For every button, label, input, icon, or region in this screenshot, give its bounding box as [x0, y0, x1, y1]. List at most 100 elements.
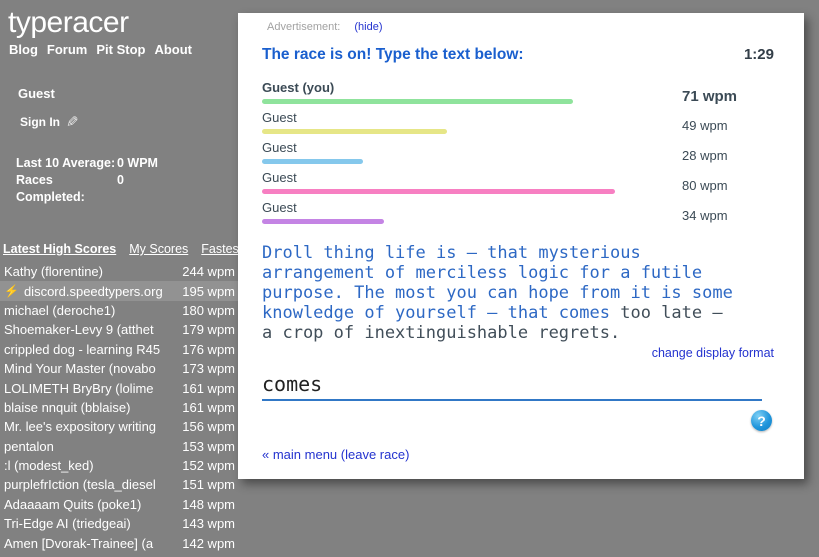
score-row[interactable]: Kristiano (krisco) 140 wpm: [0, 553, 238, 557]
score-player-name: Amen [Dvorak-Trainee] (a: [4, 535, 154, 551]
score-wpm-value: 143 wpm: [182, 516, 235, 532]
score-row[interactable]: michael (deroche1) 180 wpm: [0, 301, 238, 320]
race-title: The race is on! Type the text below:: [262, 46, 524, 63]
racer-wpm: 49 wpm: [682, 118, 728, 133]
main-nav: Blog Forum Pit Stop About: [0, 40, 238, 57]
score-player-name: Mr. lee's expository writing: [4, 419, 157, 435]
racer-row: Guest 34 wpm: [262, 197, 774, 227]
score-wpm-value: 151 wpm: [182, 477, 235, 493]
score-wpm-value: 195 wpm: [182, 283, 235, 299]
score-row[interactable]: Mr. lee's expository writing 156 wpm: [0, 417, 238, 436]
score-row[interactable]: :l (modest_ked) 152 wpm: [0, 456, 238, 475]
advertisement-label: Advertisement:: [267, 21, 341, 33]
stat-label: Races Completed:: [16, 173, 85, 204]
tab-latest-high-scores[interactable]: Latest High Scores: [3, 242, 116, 256]
score-row[interactable]: Tri-Edge AI (triedgeai) 143 wpm: [0, 514, 238, 533]
stat-value: 0 WPM: [117, 156, 158, 170]
race-timer: 1:29: [743, 46, 774, 63]
sign-in-link[interactable]: Sign In: [20, 115, 60, 129]
score-row[interactable]: Mind Your Master (novabo 173 wpm: [0, 359, 238, 378]
score-wpm-value: 180 wpm: [182, 302, 235, 318]
race-text: Droll thing life is — that mysterious ar…: [262, 243, 742, 343]
score-player-name: Tri-Edge AI (triedgeai): [4, 516, 131, 532]
nav-link[interactable]: Blog: [9, 42, 38, 57]
score-player-name: crippled dog - learning R45: [4, 341, 161, 357]
menu-row: « main menu (leave race): [262, 447, 774, 462]
format-row: change display format: [262, 346, 774, 360]
racers-list: Guest (you) 71 wpm Guest 49 wpm Guest 28…: [262, 77, 774, 227]
score-row[interactable]: purplefrIction (tesla_diesel 151 wpm: [0, 475, 238, 494]
nav-link[interactable]: About: [154, 42, 192, 57]
racer-wpm: 71 wpm: [682, 88, 738, 105]
racer-row: Guest 80 wpm: [262, 167, 774, 197]
help-icon-row: ?: [262, 410, 774, 431]
score-wpm-value: 153 wpm: [182, 438, 235, 454]
racer-row: Guest 28 wpm: [262, 137, 774, 167]
score-wpm-value: 156 wpm: [182, 419, 235, 435]
sign-in-row: Sign In ✎: [0, 101, 238, 131]
score-player-name: Kathy (florentine): [4, 264, 103, 280]
racer-progress-track: [262, 159, 682, 164]
score-player-name: pentalon: [4, 438, 54, 454]
score-player-name: Adaaaam Quits (poke1): [4, 496, 142, 512]
tab-my-scores[interactable]: My Scores: [129, 242, 188, 256]
typing-input[interactable]: [262, 370, 762, 401]
stat-label: Last 10 Average:: [16, 156, 116, 170]
score-wpm-value: 161 wpm: [182, 399, 235, 415]
score-row[interactable]: Shoemaker-Levy 9 (atthet 179 wpm: [0, 320, 238, 339]
racer-wpm: 34 wpm: [682, 208, 728, 223]
score-wpm-value: 244 wpm: [182, 264, 235, 280]
score-player-name: blaise nnquit (bblaise): [4, 399, 131, 415]
nav-link[interactable]: Forum: [47, 42, 87, 57]
score-player-name: michael (deroche1): [4, 302, 116, 318]
score-row[interactable]: blaise nnquit (bblaise) 161 wpm: [0, 398, 238, 417]
score-row[interactable]: Amen [Dvorak-Trainee] (a 142 wpm: [0, 533, 238, 552]
score-row[interactable]: pentalon 153 wpm: [0, 437, 238, 456]
lightning-icon: ⚡: [4, 284, 19, 299]
score-row[interactable]: ⚡ discord.speedtypers.org 195 wpm: [0, 281, 238, 301]
racer-progress-track: [262, 219, 682, 224]
racer-progress-bar: [262, 99, 573, 104]
racer-wpm: 80 wpm: [682, 178, 728, 193]
nav-link[interactable]: Pit Stop: [96, 42, 145, 57]
racer-progress-bar: [262, 159, 363, 164]
help-icon[interactable]: ?: [751, 410, 772, 431]
stat-row: Races Completed: 0: [16, 172, 238, 206]
user-name: Guest: [18, 86, 55, 101]
score-row[interactable]: Adaaaam Quits (poke1) 148 wpm: [0, 495, 238, 514]
score-wpm-value: 161 wpm: [182, 380, 235, 396]
racer-row: Guest (you) 71 wpm: [262, 77, 774, 107]
race-header: The race is on! Type the text below: 1:2…: [262, 46, 774, 64]
stat-value: 0: [117, 173, 124, 187]
score-wpm-value: 152 wpm: [182, 458, 235, 474]
user-stats: Last 10 Average: 0 WPM Races Completed: …: [0, 131, 238, 206]
sidebar: typeracer Blog Forum Pit Stop About Gues…: [0, 0, 284, 557]
score-player-name: purplefrIction (tesla_diesel: [4, 477, 156, 493]
stat-row: Last 10 Average: 0 WPM: [16, 155, 238, 172]
racer-progress-track: [262, 129, 682, 134]
main-menu-link[interactable]: « main menu (leave race): [262, 447, 409, 462]
racer-progress-bar: [262, 189, 615, 194]
score-wpm-value: 142 wpm: [182, 535, 235, 551]
score-player-name: discord.speedtypers.org: [23, 283, 163, 299]
change-display-format-link[interactable]: change display format: [652, 346, 774, 360]
racer-progress-bar: [262, 129, 447, 134]
score-row[interactable]: Kathy (florentine) 244 wpm: [0, 262, 238, 281]
scores-tabs: Latest High Scores My Scores Fastest Typ…: [0, 206, 284, 256]
score-player-name: :l (modest_ked): [4, 458, 94, 474]
score-row[interactable]: LOLIMETH BryBry (lolime 161 wpm: [0, 378, 238, 397]
advertisement-row: Advertisement: (hide): [248, 21, 774, 33]
score-player-name: LOLIMETH BryBry (lolime: [4, 380, 154, 396]
score-wpm-value: 173 wpm: [182, 361, 235, 377]
typeracer-logo[interactable]: typeracer: [0, 0, 238, 40]
racer-row: Guest 49 wpm: [262, 107, 774, 137]
score-wpm-value: 176 wpm: [182, 341, 235, 357]
pencil-icon[interactable]: ✎: [66, 113, 79, 131]
racer-wpm: 28 wpm: [682, 148, 728, 163]
hide-ad-link[interactable]: (hide): [354, 21, 382, 33]
score-player-name: Mind Your Master (novabo: [4, 361, 156, 377]
racer-progress-track: [262, 189, 682, 194]
racer-progress-bar: [262, 219, 384, 224]
score-row[interactable]: crippled dog - learning R45 176 wpm: [0, 340, 238, 359]
racer-progress-track: [262, 99, 682, 104]
